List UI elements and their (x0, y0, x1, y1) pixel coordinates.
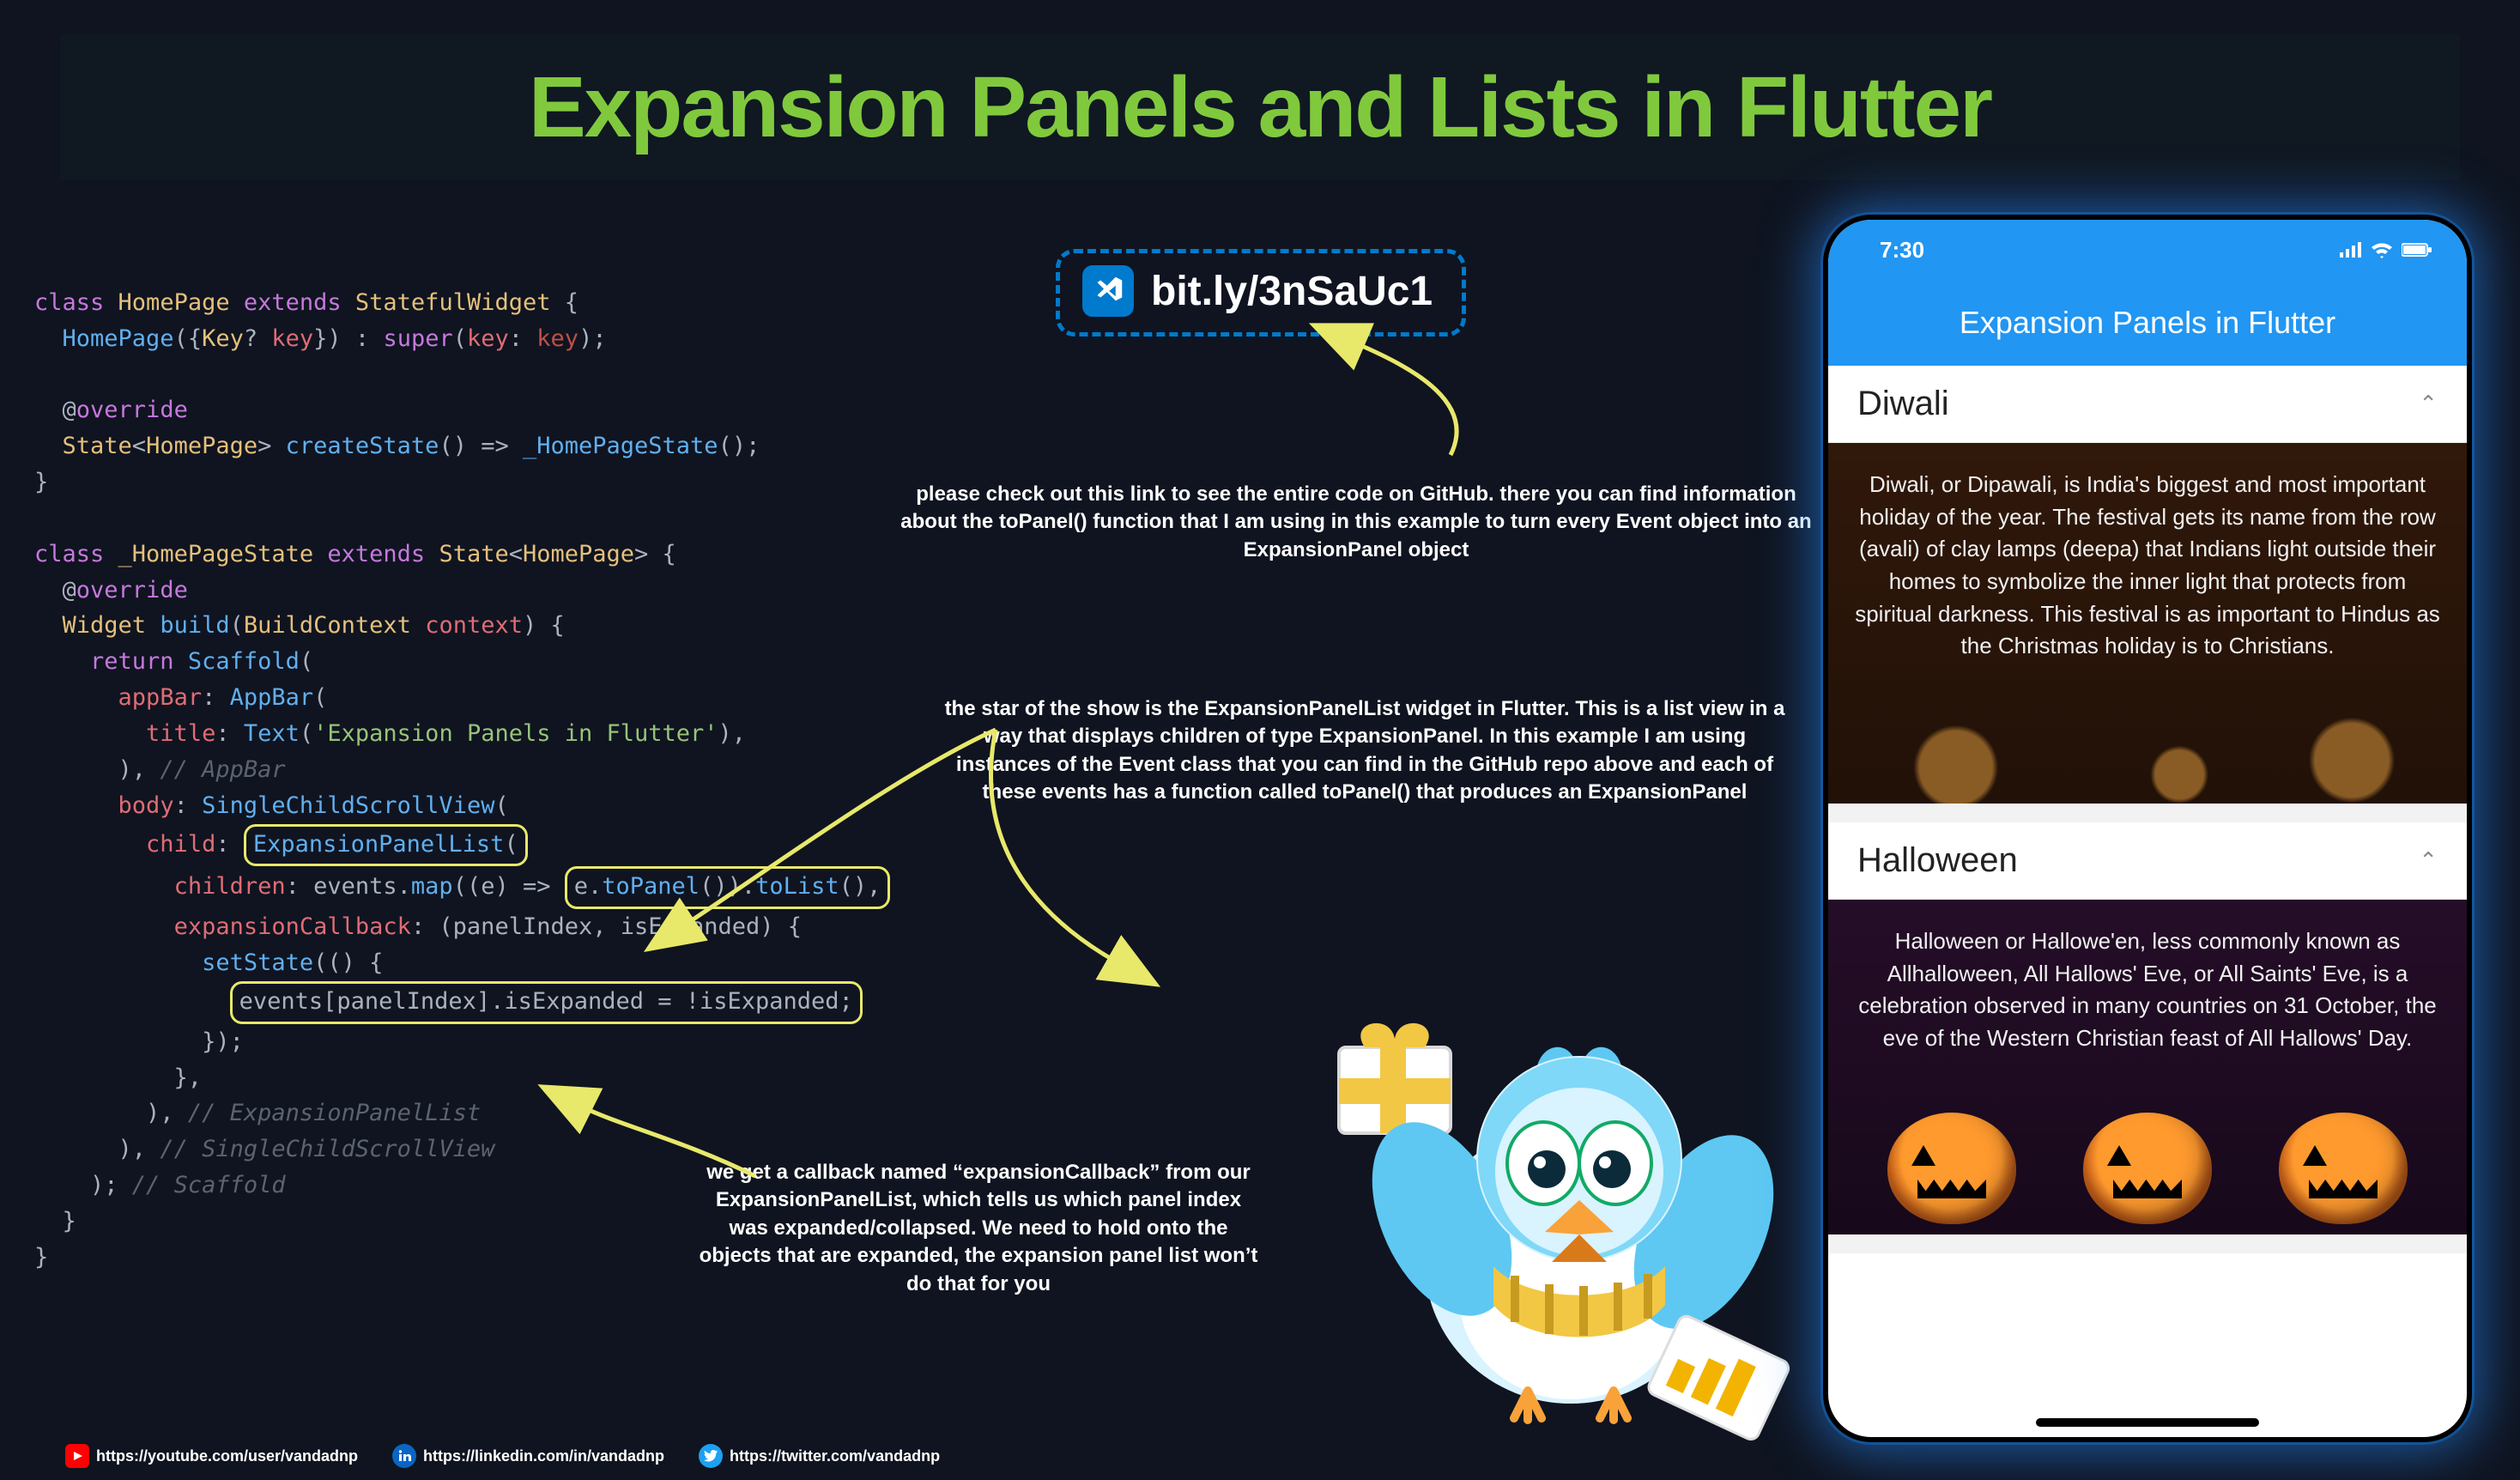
youtube-icon (65, 1444, 89, 1468)
social-twitter[interactable]: https://twitter.com/vandadnp (699, 1444, 940, 1468)
pumpkin-icon (2083, 1113, 2212, 1224)
override-anno: override (76, 397, 188, 423)
vscode-icon (1082, 265, 1134, 317)
annotation-expansioncallback: we get a callback named “expansionCallba… (695, 1159, 1262, 1298)
social-linkedin[interactable]: https://linkedin.com/in/vandadnp (392, 1444, 664, 1468)
status-time: 7:30 (1880, 237, 1924, 264)
footer-socials: https://youtube.com/user/vandadnp https:… (65, 1444, 959, 1468)
github-link-text: bit.ly/3nSaUc1 (1151, 268, 1433, 315)
title-bar: Expansion Panels and Lists in Flutter (60, 34, 2460, 180)
panel-body-text: Halloween or Hallowe'en, less commonly k… (1858, 928, 2437, 1051)
panel-next-peek (1828, 1253, 2467, 1313)
panel-body-halloween: Halloween or Hallowe'en, less commonly k… (1828, 900, 2467, 1234)
pumpkin-icon (1887, 1113, 2016, 1224)
home-indicator (2036, 1418, 2259, 1427)
kw-extends: extends (244, 289, 355, 316)
kw-class: class (34, 289, 118, 316)
pumpkin-icon (2279, 1113, 2408, 1224)
app-bar: Expansion Panels in Flutter (1828, 280, 2467, 366)
annotation-expansionpanellist: the star of the show is the ExpansionPan… (940, 695, 1790, 807)
highlight-topanel: e.toPanel()).toList(), (565, 866, 891, 909)
social-twitter-url: https://twitter.com/vandadnp (730, 1447, 940, 1465)
code-block: class HomePage extends StatefulWidget { … (34, 249, 1021, 1276)
social-youtube-url: https://youtube.com/user/vandadnp (96, 1447, 358, 1465)
panel-body-diwali: Diwali, or Dipawali, is India's biggest … (1828, 443, 2467, 804)
battery-icon (2402, 242, 2432, 258)
panel-title: Diwali (1857, 385, 1949, 423)
panel-header-diwali[interactable]: Diwali ⌃ (1828, 366, 2467, 443)
github-link-pill[interactable]: bit.ly/3nSaUc1 (1056, 249, 1466, 337)
chevron-up-icon: ⌃ (2419, 847, 2438, 874)
signal-icon (2340, 242, 2362, 258)
ctor-name: HomePage (63, 325, 174, 352)
panel-header-halloween[interactable]: Halloween ⌃ (1828, 822, 2467, 900)
status-bar: 7:30 (1828, 220, 2467, 280)
panel-gap (1828, 1234, 2467, 1253)
twitter-icon (699, 1444, 723, 1468)
panel-title: Halloween (1857, 841, 2018, 880)
brace-close: } (34, 469, 48, 495)
linkedin-icon (392, 1444, 416, 1468)
panel-body-text: Diwali, or Dipawali, is India's biggest … (1855, 471, 2440, 658)
phone-screen: 7:30 Expansion Panels in Flutter Diwali … (1828, 220, 2467, 1437)
mascot-bird (1322, 979, 1802, 1442)
phone-mockup: 7:30 Expansion Panels in Flutter Diwali … (1823, 215, 2472, 1442)
panel-gap (1828, 804, 2467, 822)
wifi-icon (2371, 241, 2393, 258)
chevron-up-icon: ⌃ (2419, 391, 2438, 417)
highlight-toggle: events[panelIndex].isExpanded = !isExpan… (230, 981, 863, 1024)
pumpkin-row (1828, 1113, 2467, 1224)
page-title: Expansion Panels and Lists in Flutter (529, 58, 1991, 157)
social-linkedin-url: https://linkedin.com/in/vandadnp (423, 1447, 664, 1465)
highlight-expansionpanelist: ExpansionPanelList( (244, 824, 528, 867)
brace: { (565, 289, 579, 316)
annotation-github-link: please check out this link to see the en… (893, 481, 1820, 564)
social-youtube[interactable]: https://youtube.com/user/vandadnp (65, 1444, 358, 1468)
app-bar-title: Expansion Panels in Flutter (1960, 305, 2335, 341)
type-statefulwidget: StatefulWidget (355, 289, 565, 316)
type-homepage: HomePage (118, 289, 244, 316)
